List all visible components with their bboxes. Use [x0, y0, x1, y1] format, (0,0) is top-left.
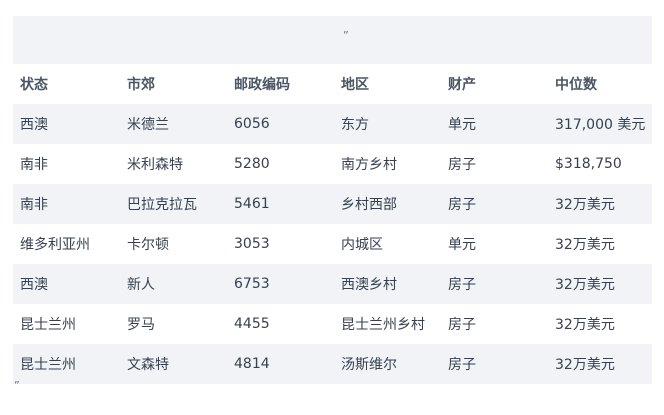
table-row: 南非 巴拉克拉瓦 5461 乡村西部 房子 32万美元: [13, 184, 652, 224]
cell-property: 单元: [441, 224, 548, 264]
cell-state: 南非: [13, 184, 120, 224]
table-row: 昆士兰州 文森特 4814 汤斯维尔 房子 32万美元: [13, 344, 652, 384]
cell-region: 昆士兰州乡村: [334, 304, 441, 344]
property-table: 状态 市郊 邮政编码 地区 财产 中位数 西澳 米德兰 6056 东方 单元 3…: [13, 64, 652, 384]
table-body: 西澳 米德兰 6056 东方 单元 317,000 美元 南非 米利森特 528…: [13, 104, 652, 384]
table-row: 南非 米利森特 5280 南方乡村 房子 $318,750: [13, 144, 652, 184]
cell-region: 乡村西部: [334, 184, 441, 224]
cell-postcode: 6753: [227, 264, 334, 304]
top-banner: ”: [13, 16, 652, 64]
table-row: 西澳 新人 6753 西澳乡村 房子 32万美元: [13, 264, 652, 304]
cell-region: 南方乡村: [334, 144, 441, 184]
cell-suburb: 巴拉克拉瓦: [120, 184, 227, 224]
cell-region: 汤斯维尔: [334, 344, 441, 384]
cell-postcode: 5280: [227, 144, 334, 184]
cell-suburb: 米德兰: [120, 104, 227, 144]
table-row: 昆士兰州 罗马 4455 昆士兰州乡村 房子 32万美元: [13, 304, 652, 344]
cell-postcode: 3053: [227, 224, 334, 264]
cell-state: 南非: [13, 144, 120, 184]
table-row: 西澳 米德兰 6056 东方 单元 317,000 美元: [13, 104, 652, 144]
cell-property: 单元: [441, 104, 548, 144]
cell-property: 房子: [441, 144, 548, 184]
header-median: 中位数: [548, 64, 652, 104]
cell-state: 西澳: [13, 264, 120, 304]
cell-state: 昆士兰州: [13, 344, 120, 384]
banner-quote-mark: ”: [343, 29, 349, 42]
cell-median: 32万美元: [548, 184, 652, 224]
cell-suburb: 卡尔顿: [120, 224, 227, 264]
cell-median: 32万美元: [548, 304, 652, 344]
footer-quote-mark: ”: [14, 379, 20, 392]
cell-state: 西澳: [13, 104, 120, 144]
header-state: 状态: [13, 64, 120, 104]
cell-suburb: 文森特: [120, 344, 227, 384]
header-property: 财产: [441, 64, 548, 104]
cell-postcode: 4814: [227, 344, 334, 384]
cell-median: $318,750: [548, 144, 652, 184]
cell-median: 32万美元: [548, 224, 652, 264]
cell-property: 房子: [441, 344, 548, 384]
table-header: 状态 市郊 邮政编码 地区 财产 中位数: [13, 64, 652, 104]
cell-suburb: 罗马: [120, 304, 227, 344]
cell-postcode: 4455: [227, 304, 334, 344]
cell-postcode: 6056: [227, 104, 334, 144]
cell-region: 西澳乡村: [334, 264, 441, 304]
cell-median: 317,000 美元: [548, 104, 652, 144]
cell-suburb: 新人: [120, 264, 227, 304]
cell-property: 房子: [441, 304, 548, 344]
cell-median: 32万美元: [548, 344, 652, 384]
cell-postcode: 5461: [227, 184, 334, 224]
header-suburb: 市郊: [120, 64, 227, 104]
cell-median: 32万美元: [548, 264, 652, 304]
cell-property: 房子: [441, 264, 548, 304]
header-region: 地区: [334, 64, 441, 104]
cell-region: 东方: [334, 104, 441, 144]
cell-property: 房子: [441, 184, 548, 224]
header-postcode: 邮政编码: [227, 64, 334, 104]
cell-state: 昆士兰州: [13, 304, 120, 344]
cell-state: 维多利亚州: [13, 224, 120, 264]
cell-region: 内城区: [334, 224, 441, 264]
table-row: 维多利亚州 卡尔顿 3053 内城区 单元 32万美元: [13, 224, 652, 264]
cell-suburb: 米利森特: [120, 144, 227, 184]
header-row: 状态 市郊 邮政编码 地区 财产 中位数: [13, 64, 652, 104]
